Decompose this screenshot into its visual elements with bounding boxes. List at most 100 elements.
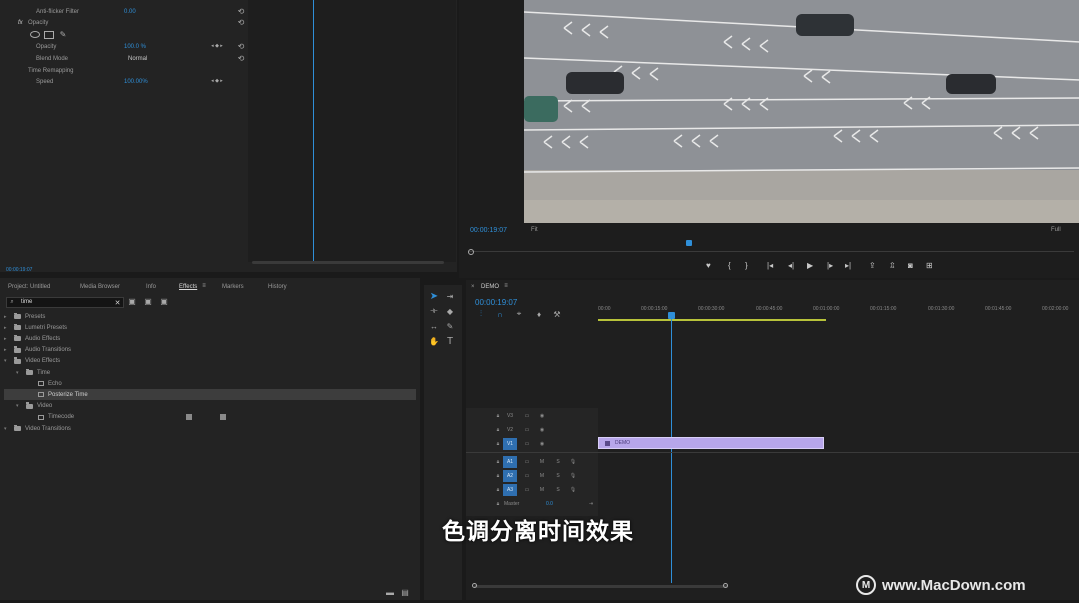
disclosure-arrow-icon[interactable]: ▾ <box>16 370 22 376</box>
effects-tree-item[interactable]: ▸ Lumetri Presets <box>4 322 416 333</box>
disclosure-arrow-icon[interactable]: ▸ <box>4 314 10 320</box>
sync-lock-icon[interactable]: ▭ <box>520 456 534 468</box>
track-label-a1[interactable]: A1 <box>503 456 517 468</box>
yuv-effects-filter-icon[interactable]: ▣ <box>159 296 169 306</box>
step-back-button[interactable]: ◂| <box>788 261 794 270</box>
disclosure-arrow-icon[interactable]: ▾ <box>16 403 22 409</box>
keyframe-nav-icon[interactable]: ◂ ◆ ▸ <box>206 77 228 85</box>
linked-selection-icon[interactable]: ∩ <box>495 309 505 319</box>
lift-button[interactable]: ⇪ <box>869 261 876 270</box>
mute-button[interactable]: M <box>535 470 549 482</box>
tab-effects[interactable]: Effects <box>179 284 197 290</box>
ec-scrollbar[interactable] <box>252 261 444 264</box>
effects-tree-item[interactable]: ▾ Time <box>4 367 416 378</box>
master-volume-value[interactable]: 0.0 <box>546 501 553 507</box>
accelerated-effects-filter-icon[interactable]: ▣ <box>127 296 137 306</box>
microphone-icon[interactable]: 🎙︎ <box>566 456 580 468</box>
disclosure-arrow-icon[interactable]: ▾ <box>4 358 10 364</box>
opacity-value[interactable]: 100.0 % <box>124 44 146 50</box>
mute-button[interactable]: M <box>535 456 549 468</box>
solo-button[interactable]: S <box>551 456 565 468</box>
tab-history[interactable]: History <box>268 284 287 290</box>
disclosure-arrow-icon[interactable]: ▾ <box>4 426 10 432</box>
ripple-edit-tool-icon[interactable]: ⟛ <box>428 305 440 317</box>
tab-media-browser[interactable]: Media Browser <box>80 284 120 290</box>
track-label-v2[interactable]: V2 <box>503 424 517 436</box>
go-to-out-icon[interactable]: ⇥ <box>584 498 598 510</box>
eye-icon[interactable]: ◉ <box>535 438 549 450</box>
solo-button[interactable]: S <box>551 470 565 482</box>
selection-tool-icon[interactable]: ➤ <box>428 290 440 302</box>
disclosure-arrow-icon[interactable]: ▸ <box>4 347 10 353</box>
keyframe-nav-icon[interactable]: ◂ ◆ ▸ <box>206 42 228 50</box>
solo-button[interactable]: S <box>551 484 565 496</box>
reset-icon[interactable]: ⟲ <box>236 53 246 63</box>
timeline-scroll-handle-left[interactable] <box>472 583 477 588</box>
disclosure-arrow-icon[interactable]: ▸ <box>4 336 10 342</box>
sync-lock-icon[interactable]: ▭ <box>520 484 534 496</box>
program-playhead-marker[interactable] <box>686 240 692 246</box>
timeline-scroll-handle-right[interactable] <box>723 583 728 588</box>
reset-icon[interactable]: ⟲ <box>236 17 246 27</box>
sync-lock-icon[interactable]: ▭ <box>520 410 534 422</box>
effects-tree-item[interactable]: ▾ Video Effects <box>4 356 416 367</box>
clip-demo[interactable]: DEMO <box>598 437 824 449</box>
button-editor-icon[interactable]: ⊞ <box>926 261 933 270</box>
panel-menu-icon[interactable]: ≡ <box>200 282 208 290</box>
ec-timecode[interactable]: 00:00:19:07 <box>6 267 32 273</box>
ellipse-mask-icon[interactable] <box>30 31 40 38</box>
sync-lock-icon[interactable]: ▭ <box>520 438 534 450</box>
microphone-icon[interactable]: 🎙︎ <box>566 470 580 482</box>
program-scroll-left-handle[interactable] <box>468 249 474 255</box>
timeline-scrollbar[interactable] <box>474 585 728 588</box>
effects-tree-item[interactable]: ▾ Video Transitions <box>4 423 416 434</box>
track-label-v1[interactable]: V1 <box>503 438 517 450</box>
go-to-out-button[interactable]: ▸| <box>845 261 851 270</box>
blend-mode-select[interactable]: Normal <box>128 56 147 62</box>
lock-icon[interactable]: 🔒︎ <box>491 498 505 510</box>
sync-lock-icon[interactable]: ▭ <box>520 424 534 436</box>
effects-tree-item[interactable]: Echo <box>4 378 416 389</box>
export-frame-camera-icon[interactable]: ◙ <box>908 261 913 270</box>
track-select-tool-icon[interactable]: ⇥ <box>444 290 456 302</box>
fit-dropdown[interactable]: Fit <box>531 227 538 233</box>
sequence-tab[interactable]: DEMO <box>481 284 499 290</box>
effects-tree-item[interactable]: Posterize Time <box>4 389 416 401</box>
add-marker-button[interactable]: ♥ <box>706 261 711 270</box>
add-marker-icon[interactable]: ⌖ <box>514 309 524 319</box>
timeline-timecode[interactable]: 00:00:19:07 <box>475 298 517 307</box>
mark-out-button[interactable]: } <box>745 261 748 270</box>
sync-lock-icon[interactable]: ▭ <box>520 470 534 482</box>
eye-icon[interactable]: ◉ <box>535 410 549 422</box>
reset-icon[interactable]: ⟲ <box>236 41 246 51</box>
anti-flicker-value[interactable]: 0.00 <box>124 9 136 15</box>
marker-icon[interactable]: ♦ <box>534 309 544 319</box>
tab-info[interactable]: Info <box>146 284 156 290</box>
quality-dropdown[interactable]: Full <box>1051 227 1061 233</box>
effects-tree-item[interactable]: ▸ Presets <box>4 311 416 322</box>
slip-tool-icon[interactable]: ↔ <box>428 320 440 332</box>
go-to-in-button[interactable]: |◂ <box>767 261 773 270</box>
effects-tree-item[interactable]: ▸ Audio Effects <box>4 333 416 344</box>
ec-playhead[interactable] <box>313 0 314 262</box>
eye-icon[interactable]: ◉ <box>535 424 549 436</box>
disclosure-arrow-icon[interactable]: ▸ <box>4 325 10 331</box>
extract-button[interactable]: ⇫ <box>889 261 896 270</box>
delete-icon[interactable]: ▤ <box>400 587 410 597</box>
track-label-a2[interactable]: A2 <box>503 470 517 482</box>
program-ruler[interactable] <box>469 251 1074 252</box>
new-folder-icon[interactable]: ▬ <box>385 587 395 597</box>
effects-search-box[interactable]: ⌕ time ✕ <box>6 297 124 308</box>
32bit-effects-filter-icon[interactable]: ▣ <box>143 296 153 306</box>
sequence-menu-icon[interactable]: ≡ <box>502 282 510 290</box>
effects-tree-item[interactable]: ▸ Audio Transitions <box>4 345 416 356</box>
rectangle-mask-icon[interactable] <box>44 31 54 39</box>
work-area-bar[interactable] <box>598 319 826 321</box>
close-sequence-icon[interactable]: × <box>471 284 475 290</box>
program-timecode[interactable]: 00:00:19:07 <box>470 227 507 234</box>
type-tool-icon[interactable]: T <box>444 335 456 347</box>
tab-project[interactable]: Project: Untitled <box>8 284 50 290</box>
microphone-icon[interactable]: 🎙︎ <box>566 484 580 496</box>
speed-value[interactable]: 100.00% <box>124 79 148 85</box>
pen-tool-icon[interactable]: ✎ <box>444 320 456 332</box>
